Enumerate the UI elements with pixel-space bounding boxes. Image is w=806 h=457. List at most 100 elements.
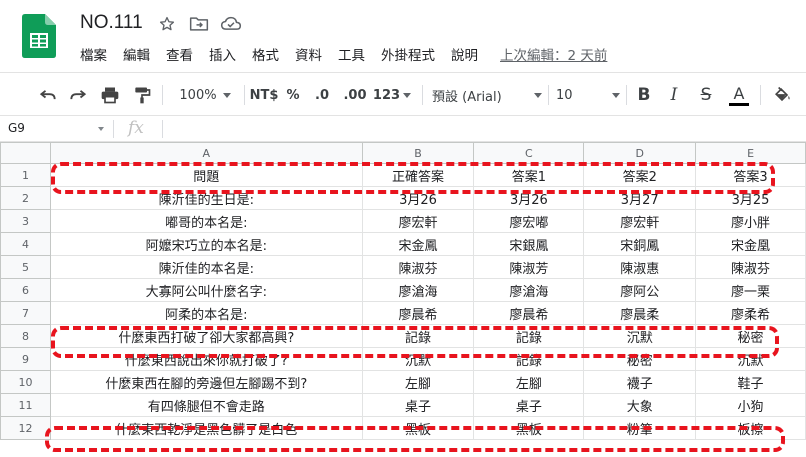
menu-insert[interactable]: 插入 — [201, 46, 244, 66]
cell-d[interactable]: 3月27 — [583, 186, 697, 210]
sheets-logo-icon[interactable] — [22, 14, 56, 58]
cell-e[interactable]: 板擦 — [695, 416, 806, 440]
cell-d[interactable]: 廖宏軒 — [583, 209, 697, 233]
cell-b[interactable]: 廖晨希 — [361, 301, 475, 325]
cell-d[interactable]: 宋銅鳳 — [583, 232, 697, 256]
cell-a[interactable]: 什麼東西打破了卻大家都高興? — [49, 324, 363, 348]
cell-e[interactable]: 沉默 — [695, 347, 806, 371]
menu-help[interactable]: 說明 — [443, 46, 486, 66]
menu-view[interactable]: 查看 — [158, 46, 201, 66]
cell-c[interactable]: 廖滄海 — [473, 278, 585, 302]
cell-b[interactable]: 廖滄海 — [361, 278, 475, 302]
cell-b[interactable]: 3月26 — [361, 186, 475, 210]
print-icon[interactable] — [96, 81, 124, 109]
menu-edit[interactable]: 編輯 — [115, 46, 158, 66]
cell-b[interactable]: 陳淑芬 — [361, 255, 475, 279]
cell-a[interactable]: 嘟哥的本名是: — [49, 209, 363, 233]
move-to-folder-icon[interactable] — [188, 13, 210, 35]
menu-tools[interactable]: 工具 — [330, 46, 373, 66]
cell-c[interactable]: 陳淑芳 — [473, 255, 585, 279]
increase-decimal-button[interactable]: .00 — [340, 81, 370, 109]
menu-addons[interactable]: 外掛程式 — [373, 46, 443, 66]
bold-button[interactable]: B — [632, 81, 656, 109]
row-header[interactable]: 5 — [0, 255, 51, 279]
menu-file[interactable]: 檔案 — [72, 46, 115, 66]
cell-a[interactable]: 什麼東西乾淨是黑色髒了是白色 — [49, 416, 363, 440]
cell-b[interactable]: 黑板 — [361, 416, 475, 440]
cell-d[interactable]: 廖晨柔 — [583, 301, 697, 325]
star-icon[interactable] — [156, 13, 178, 35]
cell-a[interactable]: 陳沂佳的生日是: — [49, 186, 363, 210]
cell-e[interactable]: 3月25 — [695, 186, 806, 210]
zoom-select[interactable]: 100% — [172, 81, 238, 109]
cell-d[interactable]: 沉默 — [583, 324, 697, 348]
cloud-saved-icon[interactable] — [220, 13, 242, 35]
column-header-a[interactable]: A — [49, 142, 363, 164]
cell-e[interactable]: 廖小胖 — [695, 209, 806, 233]
cell-d[interactable]: 答案2 — [583, 163, 697, 187]
font-size-select[interactable]: 10 — [556, 81, 620, 109]
row-header[interactable]: 11 — [0, 393, 51, 417]
row-header[interactable]: 8 — [0, 324, 51, 348]
document-title[interactable]: NO.111 — [80, 12, 143, 34]
cell-c[interactable]: 廖宏嘟 — [473, 209, 585, 233]
cell-d[interactable]: 粉筆 — [583, 416, 697, 440]
decrease-decimal-button[interactable]: .0 — [308, 81, 336, 109]
row-header[interactable]: 9 — [0, 347, 51, 371]
cell-d[interactable]: 廖阿公 — [583, 278, 697, 302]
name-box[interactable]: G9 — [0, 116, 112, 141]
cell-c[interactable]: 宋銀鳳 — [473, 232, 585, 256]
cell-b[interactable]: 記錄 — [361, 324, 475, 348]
cell-e[interactable]: 答案3 — [695, 163, 806, 187]
row-header[interactable]: 4 — [0, 232, 51, 256]
cell-e[interactable]: 陳淑芬 — [695, 255, 806, 279]
menu-data[interactable]: 資料 — [287, 46, 330, 66]
cell-b[interactable]: 廖宏軒 — [361, 209, 475, 233]
cell-a[interactable]: 陳沂佳的本名是: — [49, 255, 363, 279]
fill-color-icon[interactable] — [768, 81, 796, 109]
row-header[interactable]: 2 — [0, 186, 51, 210]
cell-b[interactable]: 宋金鳳 — [361, 232, 475, 256]
cell-b[interactable]: 左腳 — [361, 370, 475, 394]
cell-b[interactable]: 桌子 — [361, 393, 475, 417]
row-header[interactable]: 12 — [0, 416, 51, 440]
cell-e[interactable]: 廖一栗 — [695, 278, 806, 302]
last-edit-link[interactable]: 上次編輯：2 天前 — [496, 46, 611, 66]
cell-c[interactable]: 左腳 — [473, 370, 585, 394]
cell-c[interactable]: 3月26 — [473, 186, 585, 210]
cell-a[interactable]: 阿柔的本名是: — [49, 301, 363, 325]
cell-a[interactable]: 問題 — [49, 163, 363, 187]
cell-d[interactable]: 秘密 — [583, 347, 697, 371]
redo-icon[interactable] — [64, 81, 92, 109]
more-formats-select[interactable]: 123 — [372, 81, 412, 109]
cell-c[interactable]: 黑板 — [473, 416, 585, 440]
cell-e[interactable]: 小狗 — [695, 393, 806, 417]
cell-a[interactable]: 什麼東西說出來你就打破了? — [49, 347, 363, 371]
strikethrough-button[interactable]: S — [694, 81, 718, 109]
row-header[interactable]: 3 — [0, 209, 51, 233]
column-header-d[interactable]: D — [583, 142, 697, 164]
cell-b[interactable]: 正確答案 — [361, 163, 475, 187]
column-header-b[interactable]: B — [361, 142, 475, 164]
cell-e[interactable]: 廖柔希 — [695, 301, 806, 325]
italic-button[interactable]: I — [662, 81, 686, 109]
cell-e[interactable]: 秘密 — [695, 324, 806, 348]
undo-icon[interactable] — [34, 81, 62, 109]
cell-b[interactable]: 沉默 — [361, 347, 475, 371]
cell-c[interactable]: 記錄 — [473, 324, 585, 348]
cell-c[interactable]: 廖晨希 — [473, 301, 585, 325]
text-color-button[interactable]: A — [726, 81, 752, 109]
cell-a[interactable]: 什麼東西在腳的旁邊但左腳踢不到? — [49, 370, 363, 394]
row-header[interactable]: 6 — [0, 278, 51, 302]
cell-a[interactable]: 阿嬤宋巧立的本名是: — [49, 232, 363, 256]
cell-d[interactable]: 大象 — [583, 393, 697, 417]
cell-c[interactable]: 答案1 — [473, 163, 585, 187]
select-all-corner[interactable] — [0, 142, 51, 164]
row-header[interactable]: 10 — [0, 370, 51, 394]
cell-c[interactable]: 桌子 — [473, 393, 585, 417]
column-header-c[interactable]: C — [473, 142, 585, 164]
row-header[interactable]: 7 — [0, 301, 51, 325]
menu-format[interactable]: 格式 — [244, 46, 287, 66]
cell-a[interactable]: 有四條腿但不會走路 — [49, 393, 363, 417]
cell-a[interactable]: 大寡阿公叫什麼名字: — [49, 278, 363, 302]
